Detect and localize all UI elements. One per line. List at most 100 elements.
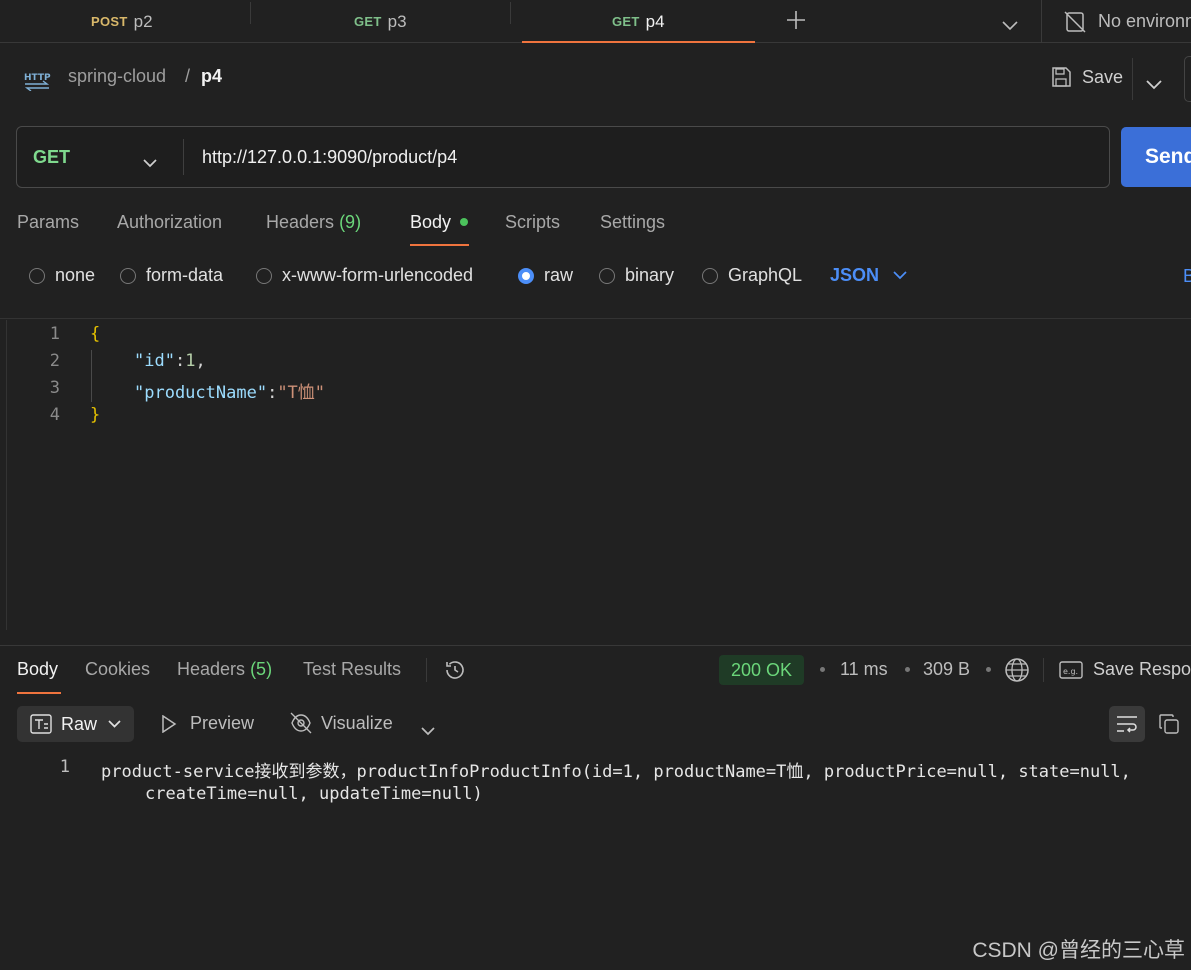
meta-separator-dot [820,667,825,672]
format-label: JSON [830,265,880,285]
save-button[interactable]: Save [1050,66,1123,88]
response-body-indicator [17,692,61,694]
editor-top-border [0,318,1191,319]
environment-selector[interactable]: No environm [1064,0,1191,43]
visualize-button[interactable]: Visualize [289,711,393,735]
radio-binary[interactable]: binary [599,265,674,286]
tab-method: GET [354,14,382,29]
body-active-dot-icon [460,218,468,226]
tab-headers[interactable]: Headers (9) [266,212,361,233]
breadcrumb-request: p4 [201,66,223,86]
raw-chevron-down-icon [108,720,121,728]
response-tab-divider [426,658,427,682]
json-comma: , [195,351,206,371]
visualize-label: Visualize [321,712,393,733]
tab-scripts[interactable]: Scripts [505,212,560,233]
meta-separator-dot [905,667,910,672]
response-line-number: 1 [59,757,70,777]
method-select[interactable]: GET [17,127,183,187]
wrap-lines-button[interactable] [1109,706,1145,742]
line-number: 3 [49,378,60,398]
response-divider [0,645,1191,646]
url-input[interactable]: http://127.0.0.1:9090/product/p4 [202,147,457,168]
radio-form-data[interactable]: form-data [120,265,223,286]
http-icon: HTTP [23,69,51,96]
tab-name: p3 [387,11,407,31]
history-icon[interactable] [443,658,467,687]
radio-circle [29,267,45,284]
json-key: "productName" [134,383,268,403]
radio-raw[interactable]: raw [518,265,573,286]
tab-headers-label: Headers [266,212,335,232]
radio-none[interactable]: none [29,265,95,286]
globe-icon[interactable] [1004,657,1030,688]
tab-divider [510,2,511,24]
visualize-chevron-down-icon[interactable] [421,720,435,741]
json-line-id: "id":1, [134,351,206,371]
preview-label: Preview [190,713,255,733]
meta-separator-dot [986,667,991,672]
headers-count-badge: (9) [339,212,362,232]
env-divider [1041,0,1042,43]
save-label: Save [1082,66,1124,87]
tabs-chevron-down-icon[interactable] [1002,15,1018,36]
tab-body-label: Body [410,212,452,232]
save-divider [1132,58,1133,100]
indent-guide [91,350,92,402]
tab-method: GET [612,14,640,29]
send-button[interactable]: Send [1121,127,1191,187]
save-response-button[interactable]: e.g. Save Respo [1059,659,1191,680]
tab-p2[interactable]: POST p2 [91,0,153,43]
request-tab-bar: POST p2 GET p3 GET p4 No environm [0,0,1191,43]
save-icon [1050,66,1072,88]
example-icon: e.g. [1059,660,1083,680]
play-icon [161,714,177,733]
json-number: 1 [185,351,196,371]
share-button-partial[interactable] [1184,56,1191,102]
radio-graphql[interactable]: GraphQL [702,265,802,286]
watermark-text: CSDN @曾经的三心草 [972,939,1185,962]
beautify-link[interactable]: B [1183,266,1191,287]
active-tab-indicator [522,41,755,43]
method-divider [183,139,184,175]
tab-divider [250,2,251,24]
tab-body[interactable]: Body [410,212,451,233]
response-text-line-wrapped: createTime=null, updateTime=null) [145,784,483,804]
save-response-label: Save Respo [1093,659,1191,679]
response-body-viewer[interactable]: 1 product-service接收到参数，productInfoProduc… [0,755,1191,895]
tab-name: p4 [645,11,665,31]
breadcrumb-collection[interactable]: spring-cloud [68,66,166,87]
raw-view-label: Raw [61,713,98,734]
line-number: 4 [49,405,60,425]
wrap-lines-icon [1115,714,1139,734]
svg-text:HTTP: HTTP [24,73,51,83]
tab-p4[interactable]: GET p4 [612,0,665,43]
tab-params[interactable]: Params [17,212,79,233]
tab-settings[interactable]: Settings [600,212,665,233]
visualize-icon [289,711,313,735]
text-format-icon [30,714,52,734]
radio-circle [120,267,136,284]
json-brace-close: } [90,405,101,425]
radio-circle [702,267,718,284]
radio-label: none [55,265,96,285]
response-tab-test-results[interactable]: Test Results [303,659,401,680]
tab-authorization[interactable]: Authorization [117,212,222,233]
radio-urlencoded[interactable]: x-www-form-urlencoded [256,265,473,286]
raw-view-button[interactable]: Raw [17,706,134,742]
response-tab-headers[interactable]: Headers (5) [177,659,272,680]
save-chevron-down-icon[interactable] [1146,74,1162,95]
tab-p3[interactable]: GET p3 [354,0,407,43]
json-string: "T恤" [277,383,326,403]
request-body-editor[interactable]: 1 2 3 4 { "id":1, "productName":"T恤" } [0,320,1191,645]
copy-icon[interactable] [1158,713,1180,740]
response-tab-body[interactable]: Body [17,659,58,680]
new-tab-plus-icon[interactable] [786,10,806,35]
save-response-divider [1043,658,1044,682]
environment-label: No environm [1098,11,1191,31]
method-chevron-down-icon [143,152,157,173]
radio-circle [599,267,615,284]
response-tab-cookies[interactable]: Cookies [85,659,150,680]
preview-button[interactable]: Preview [161,713,254,734]
format-select[interactable]: JSON [830,265,907,286]
